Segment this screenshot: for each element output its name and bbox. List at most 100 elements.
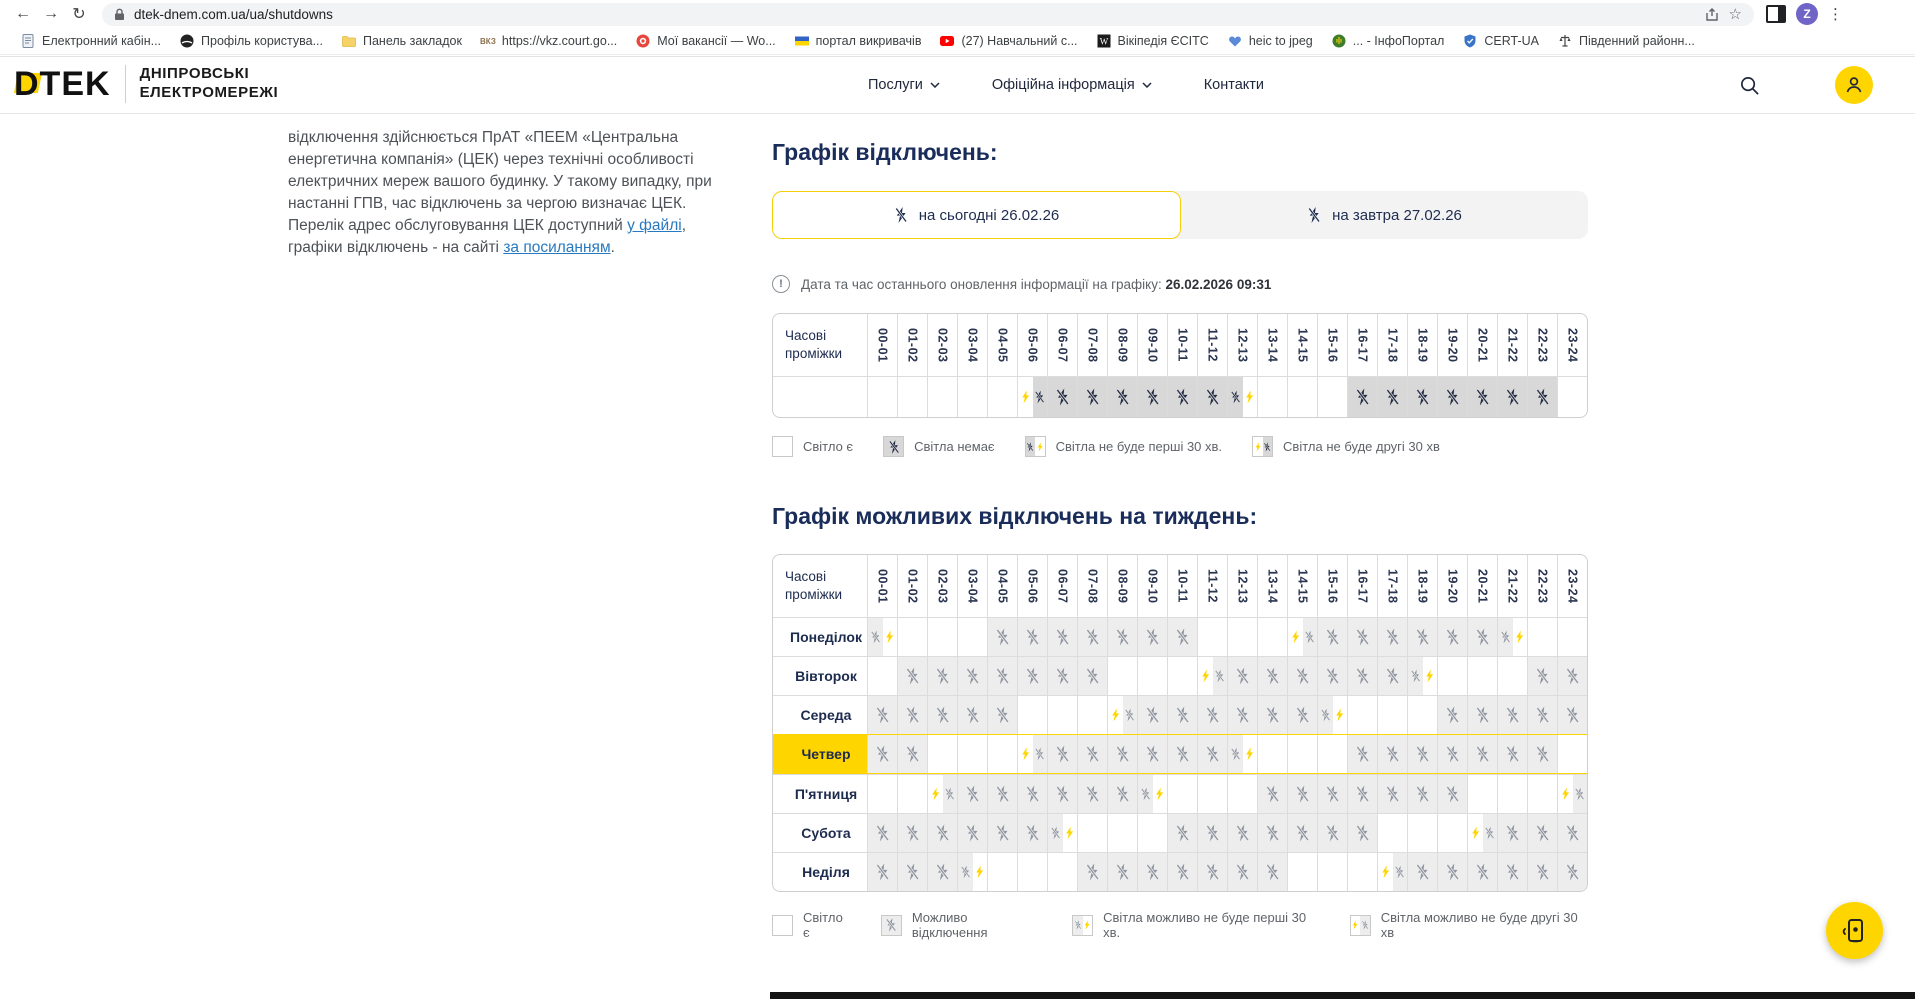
schedule-cell xyxy=(1557,618,1587,656)
power-off-bolt-icon xyxy=(1085,862,1100,882)
schedule-cell xyxy=(1527,853,1557,891)
bookmark-item[interactable]: ... - ІнфоПортал xyxy=(1323,31,1453,51)
power-off-bolt-icon xyxy=(1265,862,1280,882)
bookmark-item[interactable]: Профіль користува... xyxy=(171,31,331,51)
bookmark-item[interactable]: портал викривачів xyxy=(786,31,930,51)
day-row: П'ятниця xyxy=(773,774,1587,813)
schedule-cell xyxy=(1107,657,1137,695)
outage-cell-fill xyxy=(898,735,927,773)
folder-icon xyxy=(341,33,357,49)
outage-cell-fill xyxy=(1318,814,1347,852)
account-button[interactable] xyxy=(1835,66,1873,104)
nav-item[interactable]: Послуги xyxy=(868,77,940,93)
forward-button[interactable]: → xyxy=(38,2,64,26)
time-slot-cell: 19-20 xyxy=(1437,314,1467,376)
chat-button[interactable] xyxy=(1826,902,1883,959)
power-on-bolt-icon xyxy=(1380,865,1391,879)
schedule-cell xyxy=(1317,618,1347,656)
outage-cell-fill xyxy=(958,657,987,695)
schedule-cell xyxy=(1257,735,1287,773)
power-off-bolt-icon xyxy=(1124,708,1135,722)
outage-cell-fill xyxy=(1468,696,1497,734)
bookmark-label: Панель закладок xyxy=(363,34,462,48)
search-icon[interactable] xyxy=(1735,71,1763,99)
outage-cell-fill xyxy=(1468,377,1497,417)
reload-button[interactable]: ↻ xyxy=(66,2,92,26)
tab-label: на завтра 27.02.26 xyxy=(1332,207,1462,224)
tab-today[interactable]: на сьогодні 26.02.26 xyxy=(772,191,1181,239)
cek-text3: . xyxy=(611,239,615,256)
bookmark-item[interactable]: Південний районн... xyxy=(1549,31,1703,51)
browser-menu-icon[interactable]: ⋮ xyxy=(1828,5,1843,23)
legend-half-outage-swatch xyxy=(1252,436,1273,457)
tab-tomorrow[interactable]: на завтра 27.02.26 xyxy=(1181,191,1588,239)
schedule-cell xyxy=(987,814,1017,852)
power-off-bolt-icon xyxy=(1115,387,1130,407)
power-on-bolt-icon xyxy=(1020,390,1031,404)
bookmark-item[interactable]: WВікіпедія ЄСІТС xyxy=(1088,31,1217,51)
bookmark-item[interactable]: Мої вакансії — Wo... xyxy=(627,31,783,51)
outage-cell-fill xyxy=(1318,618,1347,656)
bookmark-item[interactable]: heic to jpeg xyxy=(1219,31,1321,51)
schedule-cell xyxy=(1257,696,1287,734)
power-off-bolt-icon xyxy=(1415,744,1430,764)
dtek-logo[interactable]: DTEK ДНІПРОВСЬКІ ЕЛЕКТРОМЕРЕЖІ xyxy=(14,65,278,103)
power-off-bolt-icon xyxy=(1325,784,1340,804)
schedule-cell xyxy=(1497,814,1527,852)
power-off-bolt-icon xyxy=(870,630,881,644)
schedule-cell xyxy=(1257,657,1287,695)
schedule-cell xyxy=(1167,696,1197,734)
schedule-cell xyxy=(1197,853,1227,891)
file-link[interactable]: у файлі xyxy=(627,217,682,234)
info-icon: ! xyxy=(772,275,790,293)
share-icon[interactable] xyxy=(1704,7,1720,22)
nav-item[interactable]: Контакти xyxy=(1204,77,1264,93)
power-off-bolt-icon xyxy=(905,862,920,882)
brand-name: ДНІПРОВСЬКІ ЕЛЕКТРОМЕРЕЖІ xyxy=(140,65,279,103)
time-slot-cell: 11-12 xyxy=(1197,555,1227,617)
power-off-bolt-icon xyxy=(1505,387,1520,407)
time-slot-cell: 20-21 xyxy=(1467,555,1497,617)
bookmark-item[interactable]: Панель закладок xyxy=(333,31,470,51)
address-bar[interactable]: dtek-dnem.com.ua/ua/shutdowns ☆ xyxy=(102,3,1754,26)
power-off-bolt-icon xyxy=(1385,627,1400,647)
bookmark-item[interactable]: Електронний кабін... xyxy=(12,31,169,51)
side-panel-icon[interactable] xyxy=(1766,5,1786,23)
outage-cell-fill xyxy=(1408,775,1437,813)
power-off-bolt-icon xyxy=(1205,744,1220,764)
bookmark-star-icon[interactable]: ☆ xyxy=(1729,5,1742,23)
schedule-cell xyxy=(1497,618,1527,656)
legend-label: Світла можливо не буде другі 30 хв xyxy=(1381,910,1588,940)
schedule-cell xyxy=(1047,853,1077,891)
power-off-bolt-icon xyxy=(1175,627,1190,647)
schedule-cell xyxy=(1347,377,1377,417)
power-off-bolt-icon xyxy=(1235,666,1250,686)
profile-avatar[interactable]: Z xyxy=(1796,3,1818,25)
power-off-bolt-icon xyxy=(1535,862,1550,882)
schedule-cell xyxy=(1497,853,1527,891)
nav-item[interactable]: Офіційна інформація xyxy=(992,77,1152,93)
day-label: Вівторок xyxy=(773,657,867,695)
schedule-cell xyxy=(1137,814,1167,852)
back-button[interactable]: ← xyxy=(10,2,36,26)
bookmark-item[interactable]: CERT-UA xyxy=(1454,31,1547,51)
schedule-cell xyxy=(1407,853,1437,891)
power-off-bolt-icon xyxy=(1445,784,1460,804)
bookmark-item[interactable]: (27) Навчальний с... xyxy=(931,31,1085,51)
dtek-logo-mark: DTEK xyxy=(14,67,111,101)
outage-cell-fill xyxy=(1438,735,1467,773)
external-link[interactable]: за посиланням xyxy=(503,239,610,256)
power-off-bolt-icon xyxy=(1325,823,1340,843)
bookmark-item[interactable]: ВКЗhttps://vkz.court.go... xyxy=(472,31,625,51)
outage-cell-fill xyxy=(1348,618,1377,656)
legend-half-outage-swatch xyxy=(1072,915,1093,936)
schedule-cell xyxy=(1377,657,1407,695)
schedule-table-today: Часовіпроміжки00-0101-0202-0303-0404-050… xyxy=(772,313,1588,418)
outage-cell-fill xyxy=(1378,618,1407,656)
vkz-text-icon: ВКЗ xyxy=(480,33,496,49)
outage-cell-fill xyxy=(1138,377,1167,417)
schedule-cell xyxy=(1167,618,1197,656)
schedule-cell xyxy=(1167,775,1197,813)
schedule-cell xyxy=(1017,775,1047,813)
schedule-cell xyxy=(1407,657,1437,695)
